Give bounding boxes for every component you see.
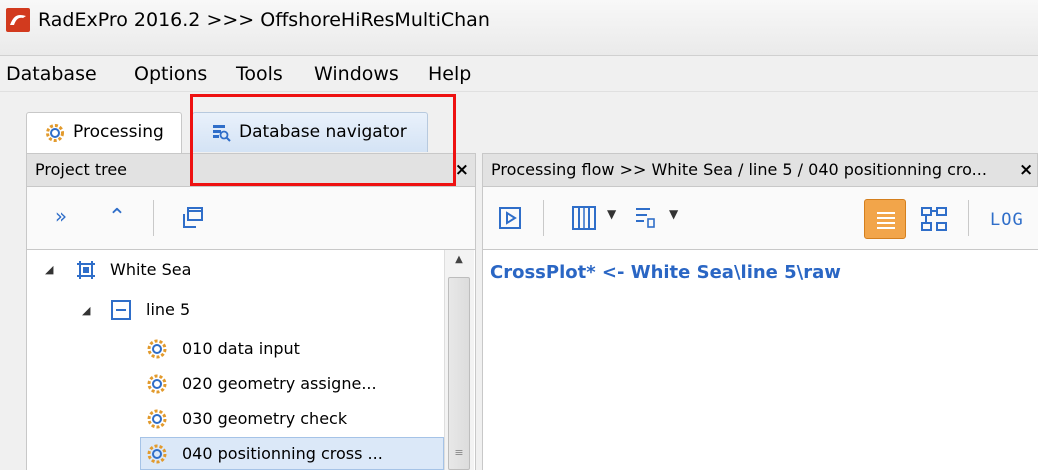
tree-item-flow-selected[interactable]: 040 positionning cross ... <box>182 437 383 470</box>
line-icon <box>111 300 131 320</box>
tree-item-flow[interactable]: 010 data input <box>182 332 300 366</box>
flowchart-icon[interactable] <box>920 205 948 233</box>
tab-processing[interactable]: Processing <box>26 112 182 154</box>
scroll-up-arrow-icon[interactable]: ▲ <box>444 254 474 272</box>
tab-processing-label: Processing <box>73 122 164 142</box>
window-title: RadExPro 2016.2 >>> OffshoreHiResMultiCh… <box>38 9 490 31</box>
gear-icon <box>46 124 64 142</box>
radexpro-app-icon <box>6 8 30 32</box>
dropdown-arrow-icon[interactable]: ▼ <box>669 207 678 221</box>
scrollbar-thumb[interactable] <box>448 277 470 470</box>
database-search-icon <box>213 125 231 142</box>
menu-tools[interactable]: Tools <box>236 56 283 92</box>
list-view-button[interactable] <box>864 199 906 239</box>
tree-item-flow[interactable]: 030 geometry check <box>182 402 347 436</box>
toolbar-separator <box>968 200 969 236</box>
menu-help[interactable]: Help <box>428 56 471 92</box>
header-sort-icon[interactable] <box>633 205 657 231</box>
run-flow-icon[interactable] <box>499 207 521 229</box>
collapse-all-icon[interactable]: ⌃ <box>105 206 129 230</box>
log-button[interactable]: LOG <box>990 208 1038 232</box>
trace-display-icon[interactable] <box>571 205 597 231</box>
dropdown-arrow-icon[interactable]: ▼ <box>607 207 616 221</box>
processing-flow-title: Processing flow >> White Sea / line 5 / … <box>491 160 987 179</box>
toolbar-separator <box>543 200 544 236</box>
tab-database-navigator-label: Database navigator <box>239 122 407 142</box>
menu-options[interactable]: Options <box>134 56 207 92</box>
tree-item-line-5[interactable]: line 5 <box>146 293 190 327</box>
processing-flow-header: Processing flow >> White Sea / line 5 / … <box>482 153 1038 187</box>
collapse-arrow-icon[interactable]: ◢ <box>45 263 53 276</box>
flow-gear-icon <box>147 339 167 359</box>
menu-windows[interactable]: Windows <box>314 56 399 92</box>
scrollbar-grip-icon: ≡ <box>454 446 464 459</box>
flow-gear-icon <box>147 409 167 429</box>
flow-gear-icon <box>147 374 167 394</box>
area-icon <box>77 261 95 279</box>
tab-database-navigator[interactable]: Database navigator <box>192 112 428 152</box>
collapse-arrow-icon[interactable]: ◢ <box>82 304 90 317</box>
project-tree-title: Project tree <box>35 160 128 179</box>
processing-flow-toolbar: ▼ ▼ <box>482 187 1038 249</box>
menu-database[interactable]: Database <box>6 56 97 92</box>
toolbar-separator <box>153 200 154 236</box>
menu-bar: Database Options Tools Windows Help <box>0 56 1038 92</box>
project-tree-header: Project tree × <box>26 153 476 187</box>
expand-all-icon[interactable]: » <box>49 204 73 228</box>
project-tree-close-button[interactable]: × <box>455 154 469 186</box>
tree-item-white-sea[interactable]: White Sea <box>110 253 191 287</box>
flow-module-entry[interactable]: CrossPlot* <- White Sea\line 5\raw <box>490 262 841 283</box>
flow-gear-icon <box>147 444 167 464</box>
list-lines-icon <box>877 212 895 229</box>
processing-flow-close-button[interactable]: × <box>1019 154 1037 186</box>
tree-item-flow[interactable]: 020 geometry assigne... <box>182 367 377 401</box>
project-tree-toolbar: » ⌃ <box>26 187 476 249</box>
copy-windows-icon[interactable] <box>180 205 206 231</box>
